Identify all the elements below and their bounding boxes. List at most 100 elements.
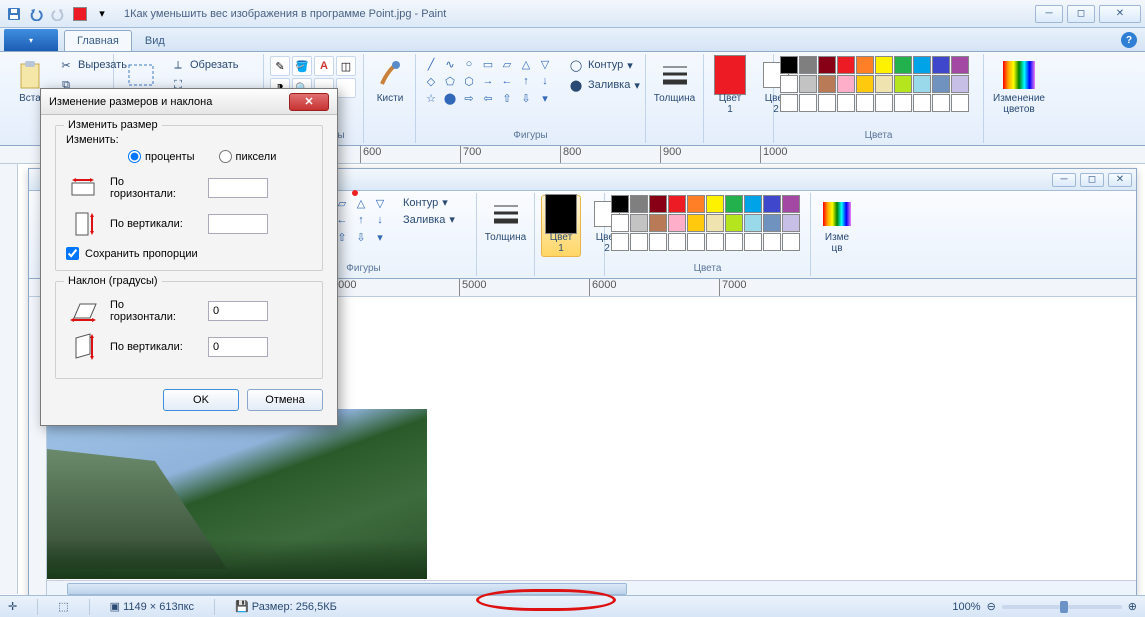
color-swatch[interactable] bbox=[763, 214, 781, 232]
color-swatch-empty[interactable] bbox=[818, 94, 836, 112]
color-swatch[interactable] bbox=[744, 195, 762, 213]
shape-gallery[interactable]: ╱∿○▭▱△▽ ◇⬠⬡→←↑↓ ☆⬤⇨⇦⇧⇩▾ bbox=[422, 56, 554, 106]
color-swatch-empty[interactable] bbox=[875, 94, 893, 112]
radio-pixels[interactable]: пиксели bbox=[219, 150, 277, 163]
brushes-button[interactable]: Кисти bbox=[370, 56, 410, 107]
thickness-button[interactable]: Толщина bbox=[652, 56, 697, 107]
close-button[interactable]: ✕ bbox=[1099, 5, 1141, 23]
color-swatch-empty[interactable] bbox=[630, 233, 648, 251]
color-swatch[interactable] bbox=[856, 75, 874, 93]
color-swatch-empty[interactable] bbox=[932, 94, 950, 112]
color-swatch[interactable] bbox=[744, 214, 762, 232]
color-swatch[interactable] bbox=[856, 56, 874, 74]
nested-close-button[interactable]: ✕ bbox=[1108, 173, 1132, 187]
zoom-in-button[interactable]: ⊕ bbox=[1128, 600, 1137, 613]
color-swatch[interactable] bbox=[932, 75, 950, 93]
nested-outline-button[interactable]: Контур ▾ bbox=[399, 195, 459, 210]
nested-thickness-button[interactable]: Толщина bbox=[483, 195, 528, 246]
color-swatch[interactable] bbox=[780, 56, 798, 74]
color-swatch-empty[interactable] bbox=[725, 233, 743, 251]
color-swatch[interactable] bbox=[782, 195, 800, 213]
nested-color-palette[interactable] bbox=[611, 195, 800, 251]
color-swatch[interactable] bbox=[668, 195, 686, 213]
nested-fill-button[interactable]: Заливка ▾ bbox=[399, 212, 459, 227]
tab-home[interactable]: Главная bbox=[64, 30, 132, 51]
skew-horizontal-input[interactable] bbox=[208, 301, 268, 321]
color-swatch-empty[interactable] bbox=[782, 233, 800, 251]
color-swatch[interactable] bbox=[782, 214, 800, 232]
fill-button[interactable]: ⬤Заливка ▾ bbox=[564, 76, 644, 94]
color-swatch-empty[interactable] bbox=[668, 233, 686, 251]
file-menu-button[interactable]: ▾ bbox=[4, 29, 58, 51]
color-swatch[interactable] bbox=[818, 75, 836, 93]
color1-button[interactable]: Цвет 1 bbox=[710, 56, 750, 118]
nested-maximize-button[interactable]: ◻ bbox=[1080, 173, 1104, 187]
color-swatch[interactable] bbox=[837, 56, 855, 74]
color-swatch[interactable] bbox=[951, 56, 969, 74]
undo-icon[interactable] bbox=[26, 4, 46, 24]
eraser-tool[interactable]: ◫ bbox=[336, 56, 356, 76]
color-swatch-empty[interactable] bbox=[951, 94, 969, 112]
color-swatch[interactable] bbox=[630, 195, 648, 213]
color-swatch[interactable] bbox=[611, 195, 629, 213]
keep-ratio-checkbox[interactable] bbox=[66, 247, 79, 260]
tab-view[interactable]: Вид bbox=[132, 30, 178, 51]
color-swatch[interactable] bbox=[706, 214, 724, 232]
nested-color1-button[interactable]: Цвет 1 bbox=[541, 195, 581, 257]
color-swatch[interactable] bbox=[611, 214, 629, 232]
color-swatch[interactable] bbox=[668, 214, 686, 232]
color-swatch[interactable] bbox=[725, 195, 743, 213]
color-swatch[interactable] bbox=[763, 195, 781, 213]
edit-colors-button[interactable]: Изменение цветов bbox=[990, 56, 1048, 118]
qat-dropdown-icon[interactable]: ▾ bbox=[92, 4, 112, 24]
color-swatch-empty[interactable] bbox=[744, 233, 762, 251]
color-swatch-empty[interactable] bbox=[763, 233, 781, 251]
color-swatch-empty[interactable] bbox=[706, 233, 724, 251]
color-swatch[interactable] bbox=[894, 56, 912, 74]
color-swatch-empty[interactable] bbox=[649, 233, 667, 251]
color-swatch[interactable] bbox=[799, 56, 817, 74]
pencil-tool[interactable]: ✎ bbox=[270, 56, 290, 76]
ok-button[interactable]: OK bbox=[163, 389, 239, 411]
color-swatch[interactable] bbox=[913, 75, 931, 93]
color-swatch[interactable] bbox=[687, 214, 705, 232]
qat-color-swatch[interactable] bbox=[70, 4, 90, 24]
crop-button[interactable]: ⟂Обрезать bbox=[166, 56, 243, 74]
resize-horizontal-input[interactable] bbox=[208, 178, 268, 198]
skew-vertical-input[interactable] bbox=[208, 337, 268, 357]
color-swatch[interactable] bbox=[894, 75, 912, 93]
color-swatch[interactable] bbox=[649, 214, 667, 232]
nested-edit-colors-button[interactable]: Изме цв bbox=[817, 195, 857, 257]
color-swatch[interactable] bbox=[951, 75, 969, 93]
color-swatch[interactable] bbox=[875, 75, 893, 93]
canvas[interactable] bbox=[47, 409, 1136, 579]
cancel-button[interactable]: Отмена bbox=[247, 389, 323, 411]
color-swatch-empty[interactable] bbox=[856, 94, 874, 112]
minimize-button[interactable]: ─ bbox=[1035, 5, 1063, 23]
color-swatch[interactable] bbox=[875, 56, 893, 74]
maximize-button[interactable]: ◻ bbox=[1067, 5, 1095, 23]
zoom-slider[interactable] bbox=[1002, 605, 1122, 609]
dialog-close-button[interactable]: ✕ bbox=[289, 93, 329, 111]
color-swatch-empty[interactable] bbox=[780, 94, 798, 112]
color-swatch-empty[interactable] bbox=[837, 94, 855, 112]
color-palette[interactable] bbox=[780, 56, 969, 112]
color-swatch[interactable] bbox=[780, 75, 798, 93]
color-swatch[interactable] bbox=[706, 195, 724, 213]
color-swatch[interactable] bbox=[913, 56, 931, 74]
zoom-out-button[interactable]: ⊖ bbox=[987, 600, 996, 613]
text-tool[interactable]: A bbox=[314, 56, 334, 76]
color-swatch[interactable] bbox=[837, 75, 855, 93]
save-icon[interactable] bbox=[4, 4, 24, 24]
color-swatch[interactable] bbox=[799, 75, 817, 93]
redo-icon[interactable] bbox=[48, 4, 68, 24]
color-swatch[interactable] bbox=[725, 214, 743, 232]
color-swatch-empty[interactable] bbox=[799, 94, 817, 112]
color-swatch-empty[interactable] bbox=[894, 94, 912, 112]
color-swatch-empty[interactable] bbox=[687, 233, 705, 251]
color-swatch[interactable] bbox=[687, 195, 705, 213]
color-swatch[interactable] bbox=[818, 56, 836, 74]
color-swatch-empty[interactable] bbox=[611, 233, 629, 251]
color-swatch-empty[interactable] bbox=[913, 94, 931, 112]
scroll-thumb[interactable] bbox=[67, 583, 627, 595]
